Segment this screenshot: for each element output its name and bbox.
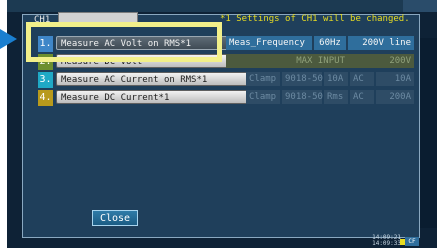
ac-label-4: AC — [350, 90, 374, 104]
rms-label-4: Rms — [324, 90, 348, 104]
menu-number-4: 4. — [38, 90, 53, 106]
side-panel — [418, 38, 437, 228]
close-button[interactable]: Close — [92, 210, 138, 226]
measure-ac-current-button[interactable]: Measure AC Current on RMS*1 — [56, 72, 248, 86]
max-input-label: MAX INPUT — [226, 54, 348, 68]
menu-row-3: 3. Measure AC Current on RMS*1 Clamp 901… — [38, 72, 418, 88]
status-time: 14:09:33 — [372, 240, 401, 247]
menu-row-4: 4. Measure DC Current*1 Clamp 9018-50 Rm… — [38, 90, 418, 106]
range-value-4: 200A — [376, 90, 414, 104]
clamp-value-3: 10A — [324, 72, 348, 86]
top-right-badge — [403, 0, 437, 12]
top-status-strip — [7, 0, 437, 12]
range-value: 200V line — [348, 36, 414, 50]
settings-notice: *1 Settings of CH1 will be changed. — [220, 14, 410, 24]
cf-card-icon: CF — [405, 237, 419, 246]
clamp-label-3: Clamp — [246, 72, 280, 86]
max-input-value: 200V — [348, 54, 414, 68]
ac-label-3: AC — [350, 72, 374, 86]
highlight-box — [26, 22, 222, 62]
clamp-model-3: 9018-50 — [282, 72, 323, 86]
frequency-value: 60Hz — [314, 36, 346, 50]
measure-dc-current-button[interactable]: Measure DC Current*1 — [56, 90, 248, 104]
menu-number-3: 3. — [38, 72, 53, 88]
clamp-label-4: Clamp — [246, 90, 280, 104]
range-value-3: 10A — [376, 72, 414, 86]
meas-frequency-tag: Meas_Frequency — [226, 36, 312, 50]
clamp-model-4: 9018-50 — [282, 90, 323, 104]
pointer-arrow-icon — [0, 29, 17, 49]
status-clock: 14:09:21 14:09:33 — [372, 235, 401, 247]
